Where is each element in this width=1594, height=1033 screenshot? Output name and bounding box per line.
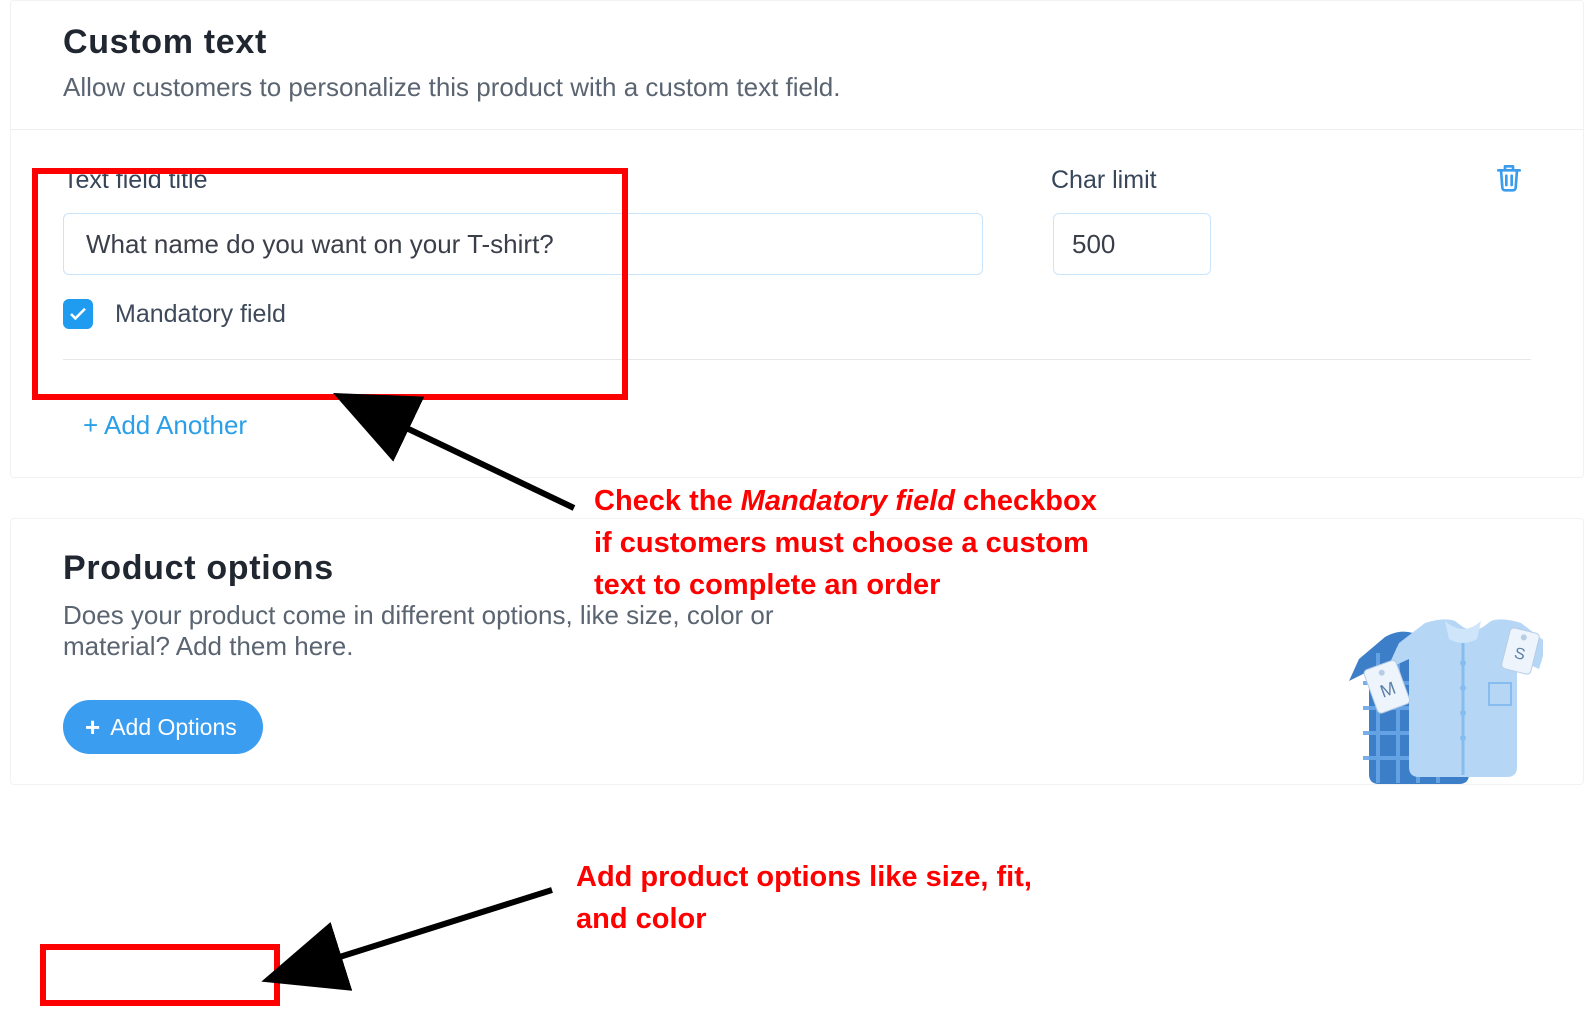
char-limit-label: Char limit bbox=[1051, 166, 1157, 195]
plus-icon: + bbox=[85, 714, 100, 740]
char-limit-input[interactable] bbox=[1053, 213, 1211, 275]
check-icon bbox=[69, 307, 87, 321]
mandatory-checkbox-label: Mandatory field bbox=[115, 300, 286, 329]
annotation-options-text: Add product options like size, fit, and … bbox=[576, 856, 1056, 940]
custom-text-heading: Custom text bbox=[63, 23, 1531, 62]
custom-text-section: Custom text Allow customers to personali… bbox=[10, 0, 1584, 478]
add-options-button-label: Add Options bbox=[110, 714, 237, 741]
add-options-button[interactable]: + Add Options bbox=[63, 700, 263, 754]
shirt-illustration: M S bbox=[1343, 593, 1543, 793]
annotation-highlight-add-options bbox=[40, 944, 280, 1006]
product-options-section: Product options Does your product come i… bbox=[10, 518, 1584, 785]
delete-field-button[interactable] bbox=[1493, 160, 1525, 194]
trash-icon bbox=[1493, 160, 1525, 194]
add-another-link[interactable]: + Add Another bbox=[83, 410, 247, 440]
custom-text-subheading: Allow customers to personalize this prod… bbox=[63, 72, 1531, 103]
product-options-subheading: Does your product come in different opti… bbox=[63, 600, 863, 662]
text-field-title-input[interactable] bbox=[63, 213, 983, 275]
product-options-heading: Product options bbox=[63, 549, 1531, 588]
divider bbox=[63, 359, 1531, 360]
text-field-title-label: Text field title bbox=[63, 166, 1531, 195]
mandatory-checkbox[interactable] bbox=[63, 299, 93, 329]
